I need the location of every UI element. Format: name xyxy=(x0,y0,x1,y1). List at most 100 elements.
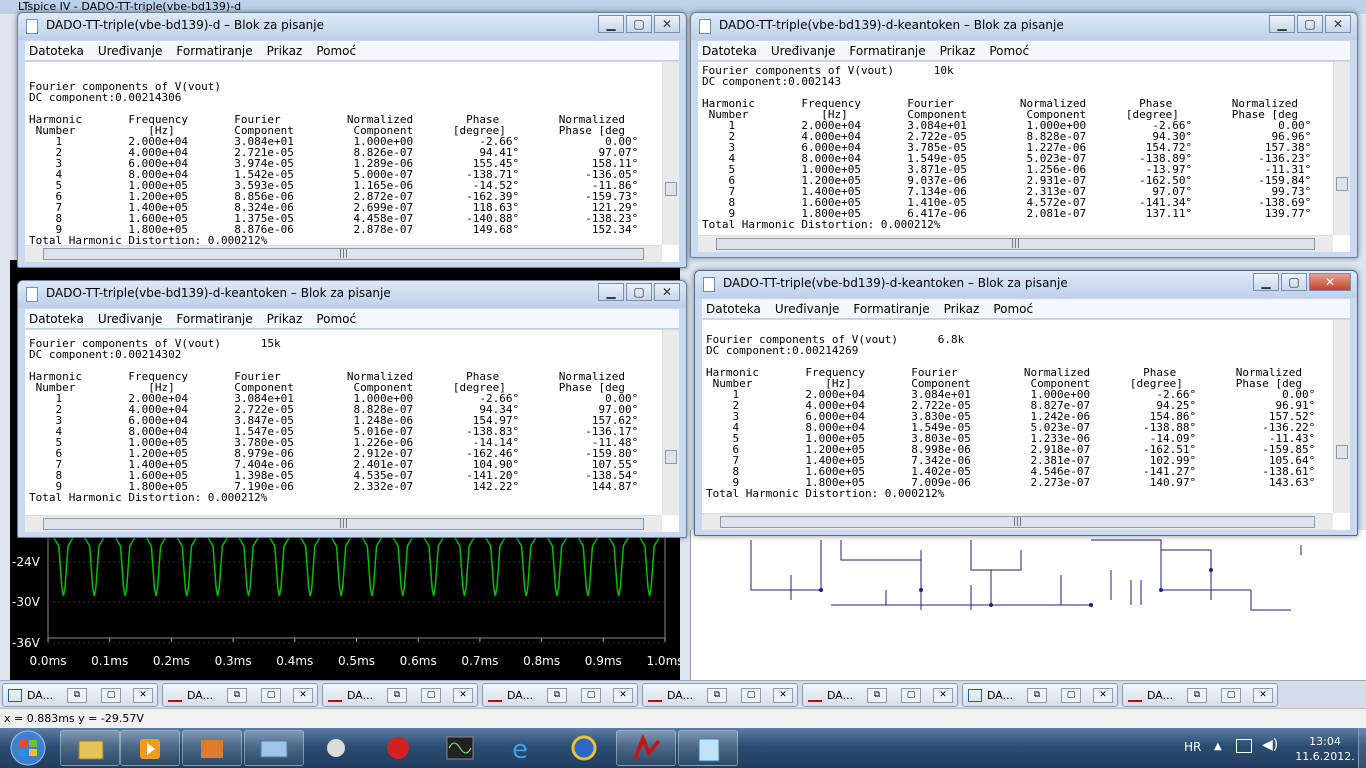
close-button[interactable]: ✕ xyxy=(933,688,953,703)
maximize-button[interactable]: ▢ xyxy=(101,688,121,703)
maximize-button[interactable]: ▢ xyxy=(1221,688,1241,703)
menu-formatiranje[interactable]: Formatiranje xyxy=(176,44,252,58)
taskbar-ie[interactable]: e xyxy=(492,730,552,766)
scroll-thumb[interactable] xyxy=(665,182,677,196)
taskbar-app-9[interactable] xyxy=(554,730,614,766)
mdi-window-1[interactable]: DA... ⧉ ▢ ✕ xyxy=(2,683,158,707)
title-bar[interactable]: DADO-TT-triple(vbe-bd139)-d-keantoken – … xyxy=(18,281,686,308)
vertical-scrollbar[interactable] xyxy=(1333,320,1350,513)
close-button[interactable]: ✕ xyxy=(133,688,153,703)
menu-uredivanje[interactable]: Uređivanje xyxy=(775,302,840,316)
notepad-window-4[interactable]: DADO-TT-triple(vbe-bd139)-d-keantoken – … xyxy=(694,270,1358,536)
scroll-thumb[interactable]: ||| xyxy=(716,238,1315,250)
mdi-window-7[interactable]: DA... ⧉ ▢ ✕ xyxy=(962,683,1118,707)
menu-pomoc[interactable]: Pomoć xyxy=(993,302,1033,316)
menu-pomoc[interactable]: Pomoć xyxy=(989,44,1029,58)
text-area[interactable]: Fourier components of V(vout) 15k DC com… xyxy=(25,330,679,532)
notepad-window-3[interactable]: DADO-TT-triple(vbe-bd139)-d-keantoken – … xyxy=(17,280,687,538)
scroll-thumb[interactable]: ||| xyxy=(43,518,644,530)
vertical-scrollbar[interactable] xyxy=(1333,62,1350,235)
restore-button[interactable]: ⧉ xyxy=(707,688,727,703)
menu-pomoc[interactable]: Pomoć xyxy=(316,44,356,58)
start-button[interactable] xyxy=(3,729,53,767)
horizontal-scrollbar[interactable]: ||| xyxy=(25,245,662,262)
maximize-button[interactable]: ▢ xyxy=(901,688,921,703)
restore-button[interactable]: ⧉ xyxy=(227,688,247,703)
title-bar[interactable]: DADO-TT-triple(vbe-bd139)-d-keantoken – … xyxy=(695,271,1357,298)
taskbar-explorer[interactable] xyxy=(60,730,120,766)
menu-formatiranje[interactable]: Formatiranje xyxy=(853,302,929,316)
close-button[interactable]: ✕ xyxy=(293,688,313,703)
menu-uredivanje[interactable]: Uređivanje xyxy=(98,312,163,326)
menu-datoteka[interactable]: Datoteka xyxy=(706,302,761,316)
menu-prikaz[interactable]: Prikaz xyxy=(267,44,303,58)
title-bar[interactable]: DADO-TT-triple(vbe-bd139)-d-keantoken – … xyxy=(691,13,1357,40)
restore-button[interactable]: ⧉ xyxy=(867,688,887,703)
maximize-button[interactable]: ▢ xyxy=(421,688,441,703)
maximize-button[interactable]: ▢ xyxy=(626,15,652,33)
close-button[interactable]: ✕ xyxy=(453,688,473,703)
close-button[interactable]: ✕ xyxy=(773,688,793,703)
restore-button[interactable]: ⧉ xyxy=(387,688,407,703)
menu-datoteka[interactable]: Datoteka xyxy=(702,44,757,58)
schematic-view[interactable] xyxy=(690,530,1366,680)
menu-pomoc[interactable]: Pomoć xyxy=(316,312,356,326)
text-area[interactable]: Fourier components of V(vout) DC compone… xyxy=(25,62,679,262)
taskbar-app-4[interactable] xyxy=(244,730,304,766)
menu-prikaz[interactable]: Prikaz xyxy=(944,302,980,316)
scroll-thumb[interactable]: ||| xyxy=(43,248,644,260)
menu-formatiranje[interactable]: Formatiranje xyxy=(176,312,252,326)
maximize-button[interactable]: ▢ xyxy=(1281,273,1307,291)
vertical-scrollbar[interactable] xyxy=(662,62,679,245)
minimize-button[interactable]: ▁ xyxy=(598,15,624,33)
mdi-window-4[interactable]: DA... ⧉ ▢ ✕ xyxy=(482,683,638,707)
close-button[interactable]: ✕ xyxy=(1325,15,1351,33)
taskbar-notepad[interactable] xyxy=(678,730,738,766)
close-button[interactable]: ✕ xyxy=(654,283,680,301)
close-button[interactable]: ✕ xyxy=(1309,273,1351,291)
menu-uredivanje[interactable]: Uređivanje xyxy=(771,44,836,58)
minimize-button[interactable]: ▁ xyxy=(598,283,624,301)
horizontal-scrollbar[interactable]: ||| xyxy=(25,515,662,532)
mdi-window-8[interactable]: DA... ⧉ ▢ ✕ xyxy=(1122,683,1278,707)
taskbar-app-6[interactable] xyxy=(368,730,428,766)
maximize-button[interactable]: ▢ xyxy=(581,688,601,703)
scroll-thumb[interactable] xyxy=(665,450,677,464)
show-desktop-button[interactable] xyxy=(1358,728,1366,768)
mdi-window-3[interactable]: DA... ⧉ ▢ ✕ xyxy=(322,683,478,707)
taskbar-app-5[interactable] xyxy=(306,730,366,766)
vertical-scrollbar[interactable] xyxy=(662,330,679,515)
close-button[interactable]: ✕ xyxy=(1093,688,1113,703)
menu-datoteka[interactable]: Datoteka xyxy=(29,312,84,326)
minimize-button[interactable]: ▁ xyxy=(1253,273,1279,291)
text-area[interactable]: Fourier components of V(vout) 10k DC com… xyxy=(698,62,1350,252)
clock[interactable]: 13:04 11.6.2012. xyxy=(1292,734,1358,764)
maximize-button[interactable]: ▢ xyxy=(1061,688,1081,703)
volume-icon[interactable]: ◀) xyxy=(1262,737,1278,753)
taskbar-media-player[interactable] xyxy=(120,730,180,766)
menu-datoteka[interactable]: Datoteka xyxy=(29,44,84,58)
restore-button[interactable]: ⧉ xyxy=(1027,688,1047,703)
mdi-window-5[interactable]: DA... ⧉ ▢ ✕ xyxy=(642,683,798,707)
taskbar-app-7[interactable] xyxy=(430,730,490,766)
close-button[interactable]: ✕ xyxy=(654,15,680,33)
horizontal-scrollbar[interactable]: ||| xyxy=(702,513,1333,530)
menu-prikaz[interactable]: Prikaz xyxy=(940,44,976,58)
network-icon[interactable] xyxy=(1236,739,1252,753)
tray-arrow-icon[interactable]: ▲ xyxy=(1214,741,1222,752)
menu-formatiranje[interactable]: Formatiranje xyxy=(849,44,925,58)
language-indicator[interactable]: HR xyxy=(1184,740,1201,754)
menu-uredivanje[interactable]: Uređivanje xyxy=(98,44,163,58)
mdi-window-2[interactable]: DA... ⧉ ▢ ✕ xyxy=(162,683,318,707)
taskbar-ltspice[interactable] xyxy=(616,730,676,766)
title-bar[interactable]: DADO-TT-triple(vbe-bd139)-d – Blok za pi… xyxy=(18,13,686,40)
mdi-window-6[interactable]: DA... ⧉ ▢ ✕ xyxy=(802,683,958,707)
close-button[interactable]: ✕ xyxy=(1253,688,1273,703)
maximize-button[interactable]: ▢ xyxy=(261,688,281,703)
scroll-thumb[interactable] xyxy=(1336,177,1348,191)
notepad-window-2[interactable]: DADO-TT-triple(vbe-bd139)-d-keantoken – … xyxy=(690,12,1358,258)
close-button[interactable]: ✕ xyxy=(613,688,633,703)
text-area[interactable]: Fourier components of V(vout) 6.8k DC co… xyxy=(702,320,1350,530)
restore-button[interactable]: ⧉ xyxy=(1187,688,1207,703)
maximize-button[interactable]: ▢ xyxy=(741,688,761,703)
